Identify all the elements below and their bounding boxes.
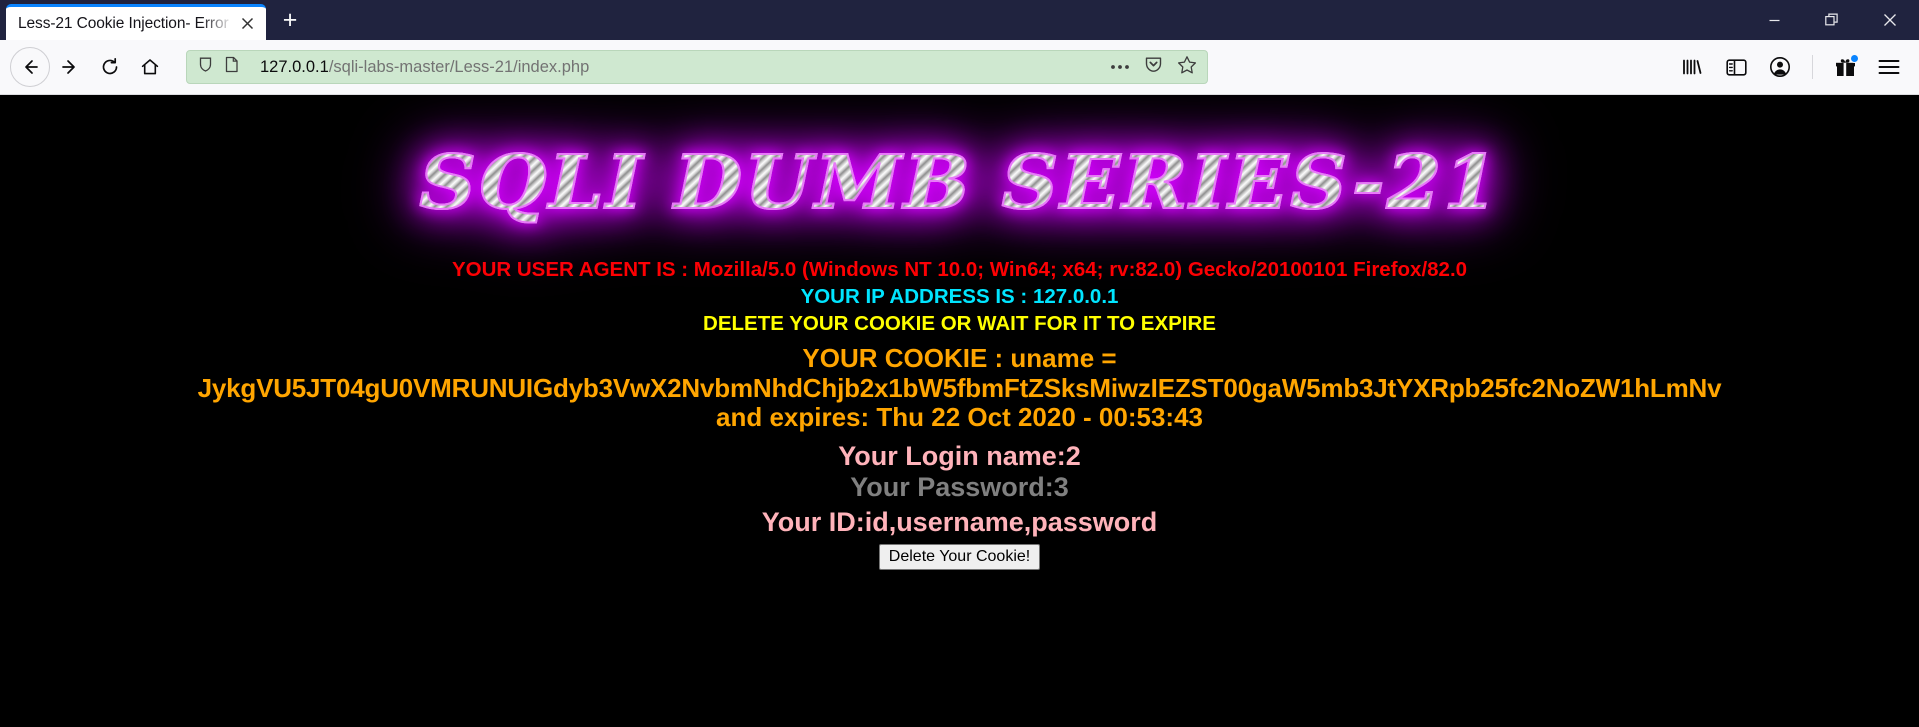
delete-cookie-form: Delete Your Cookie! — [0, 544, 1919, 571]
url-text[interactable]: 127.0.0.1/sqli-labs-master/Less-21/index… — [260, 58, 1102, 77]
gift-badge — [1850, 54, 1859, 63]
user-id-value: Your ID:id,username,password — [761, 507, 1158, 538]
ip-address-line: YOUR IP ADDRESS IS : 127.0.0.1 — [800, 284, 1119, 308]
hamburger-menu-icon[interactable] — [1869, 47, 1909, 87]
url-path: /sqli-labs-master/Less-21/index.php — [328, 57, 590, 76]
login-name: Your Login name:2 — [838, 441, 1081, 472]
toolbar-divider — [1812, 55, 1813, 79]
cookie-value: JykgVU5JT04gU0VMRUNUIGdyb3VwX2NvbmNhdChj… — [197, 373, 1722, 403]
back-arrow-icon[interactable] — [10, 47, 50, 87]
cookie-expires: and expires: Thu 22 Oct 2020 - 00:53:43 — [716, 401, 1203, 432]
home-icon[interactable] — [130, 47, 170, 87]
page-icon[interactable] — [224, 56, 240, 78]
cookie-label: YOUR COOKIE : uname = — [802, 342, 1117, 373]
star-icon[interactable] — [1177, 55, 1197, 80]
minimize-button[interactable] — [1745, 0, 1803, 40]
banner: SQLI DUMB SERIES-21 — [0, 95, 1919, 245]
restore-button[interactable] — [1803, 0, 1861, 40]
reload-icon[interactable] — [90, 47, 130, 87]
close-icon[interactable] — [236, 13, 258, 35]
close-button[interactable] — [1861, 0, 1919, 40]
address-bar[interactable]: 127.0.0.1/sqli-labs-master/Less-21/index… — [186, 50, 1208, 84]
browser-tab[interactable]: Less-21 Cookie Injection- Error B — [6, 4, 266, 40]
user-agent-line: YOUR USER AGENT IS : Mozilla/5.0 (Window… — [451, 258, 1468, 281]
tab-title: Less-21 Cookie Injection- Error B — [18, 14, 236, 32]
gift-icon[interactable] — [1825, 47, 1865, 87]
toolbar-right-actions — [1672, 47, 1909, 87]
pocket-icon[interactable] — [1144, 55, 1163, 79]
tab-strip: Less-21 Cookie Injection- Error B + — [0, 0, 310, 40]
forward-arrow-icon[interactable] — [50, 47, 90, 87]
delete-cookie-button[interactable]: Delete Your Cookie! — [878, 544, 1041, 571]
page-title: SQLI DUMB SERIES-21 — [418, 139, 1500, 227]
cookie-expire-notice: DELETE YOUR COOKIE OR WAIT FOR IT TO EXP… — [703, 311, 1216, 335]
ellipsis-icon[interactable] — [1110, 58, 1130, 76]
identity-box — [197, 56, 250, 78]
navigation-toolbar: 127.0.0.1/sqli-labs-master/Less-21/index… — [0, 40, 1919, 95]
sidebar-icon[interactable] — [1716, 47, 1756, 87]
shield-icon[interactable] — [197, 56, 214, 78]
new-tab-button[interactable]: + — [270, 4, 310, 40]
library-icon[interactable] — [1672, 47, 1712, 87]
url-host: 127.0.0.1 — [260, 57, 329, 76]
browser-window: Less-21 Cookie Injection- Error B + 127.… — [0, 0, 1919, 727]
account-icon[interactable] — [1760, 47, 1800, 87]
title-bar: Less-21 Cookie Injection- Error B + — [0, 0, 1919, 40]
window-controls — [1745, 0, 1919, 40]
password-value: Your Password:3 — [850, 472, 1069, 503]
address-bar-actions — [1102, 55, 1197, 80]
page-content: SQLI DUMB SERIES-21 YOUR USER AGENT IS :… — [0, 95, 1919, 727]
